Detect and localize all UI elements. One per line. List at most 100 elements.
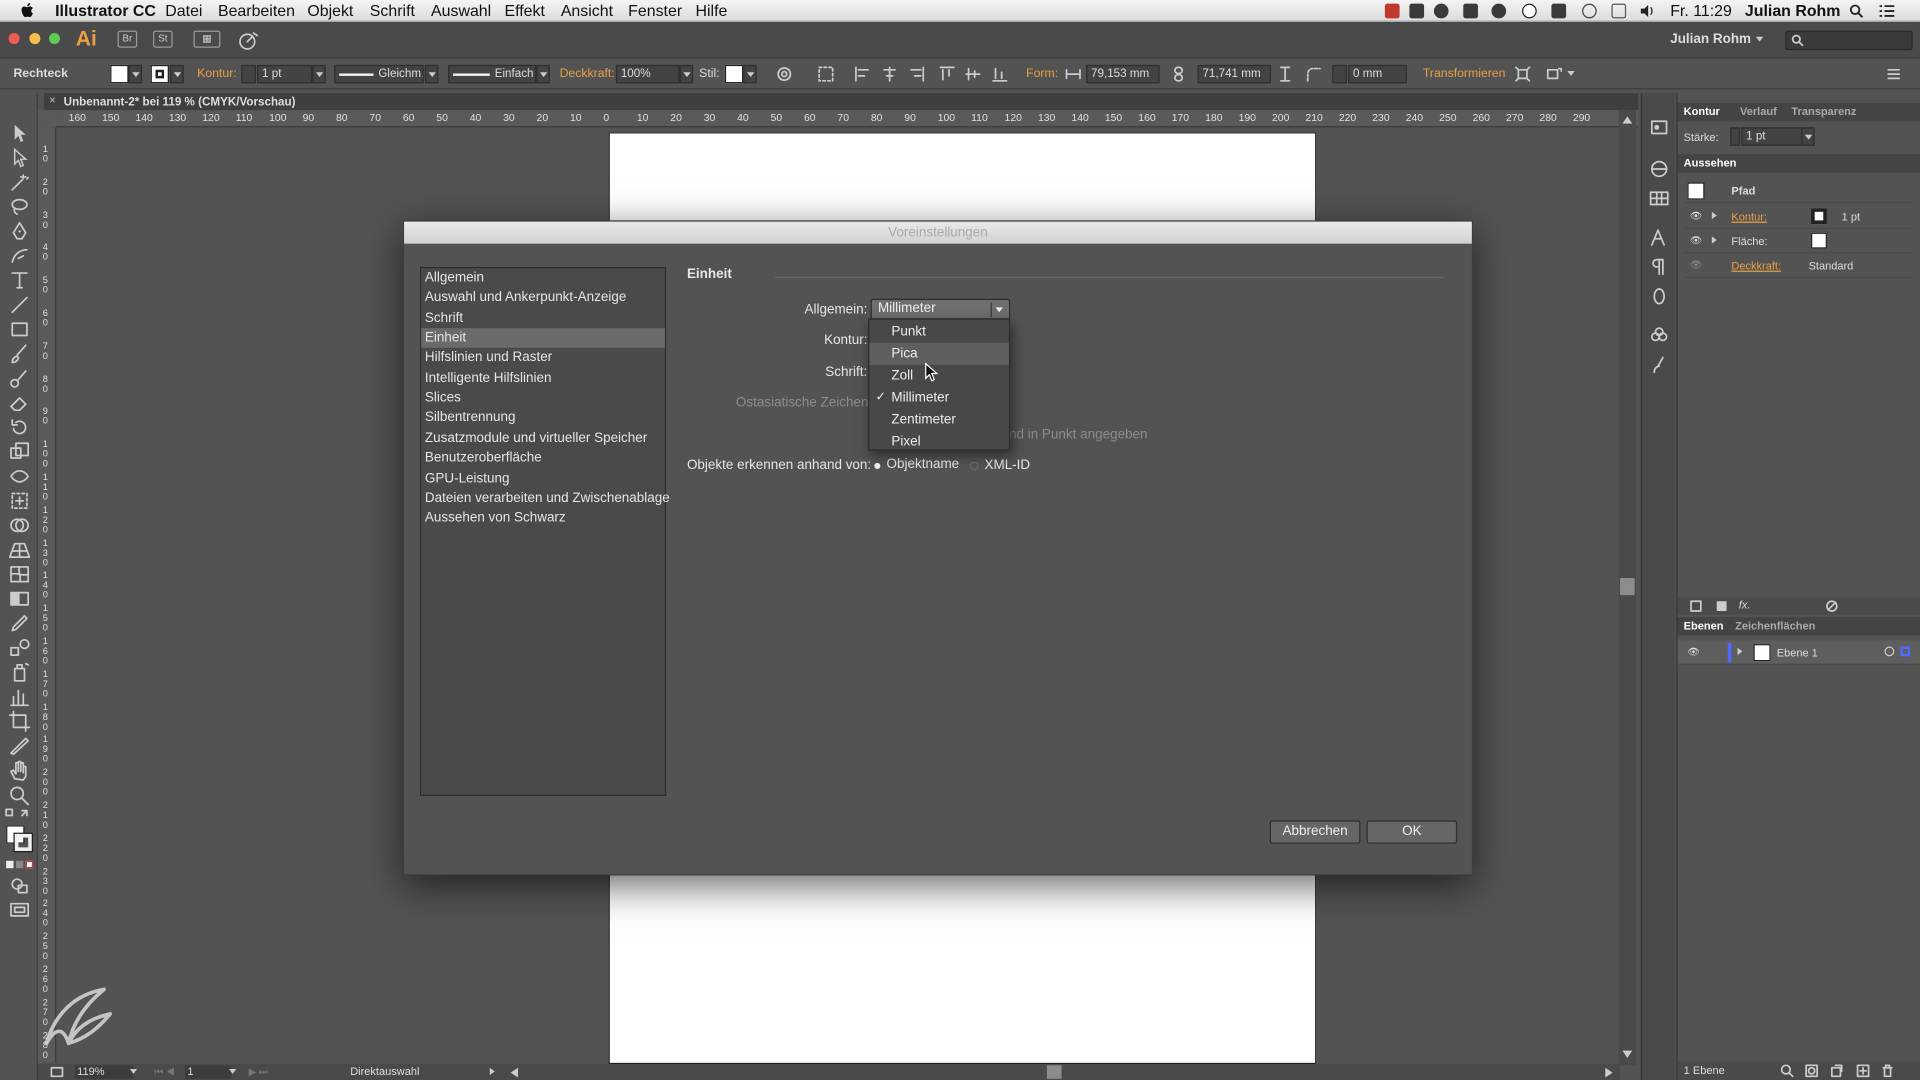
- scroll-down-icon[interactable]: [1622, 1050, 1633, 1058]
- time-machine-icon[interactable]: [1582, 3, 1597, 19]
- horizontal-ruler[interactable]: 160 150 140 130 120 110 100 90 80 70 60 50 40 30 20 10 0…: [56, 110, 1639, 128]
- opacity-link[interactable]: Deckkraft:: [1731, 260, 1781, 272]
- category-item[interactable]: Einheit: [421, 328, 665, 348]
- lasso-tool-icon[interactable]: [7, 196, 31, 218]
- panel-menu-icon[interactable]: [1886, 66, 1902, 82]
- new-sublayer-icon[interactable]: [1829, 1064, 1843, 1078]
- opacity-field[interactable]: 100%: [615, 64, 680, 84]
- category-item[interactable]: Allgemein: [421, 268, 665, 288]
- color-guide-icon[interactable]: [1648, 118, 1670, 138]
- stroke-color-chip[interactable]: [1811, 208, 1827, 225]
- radio-xml-id[interactable]: [969, 461, 979, 471]
- chevron-down-icon[interactable]: [1755, 36, 1764, 42]
- direct-selection-tool-icon[interactable]: [7, 147, 31, 169]
- default-colors-icon[interactable]: [5, 808, 32, 820]
- menu-auswahl[interactable]: Auswahl: [431, 1, 491, 19]
- close-window-button[interactable]: [8, 33, 20, 45]
- symbols-panel-icon[interactable]: [1648, 326, 1670, 346]
- category-item[interactable]: Slices: [421, 388, 665, 408]
- export-status-icon[interactable]: [50, 1066, 64, 1078]
- free-transform-tool-icon[interactable]: [7, 490, 31, 512]
- gradient-tool-icon[interactable]: [7, 588, 31, 610]
- ok-button[interactable]: OK: [1366, 820, 1458, 844]
- scroll-up-icon[interactable]: [1622, 116, 1633, 124]
- new-layer-icon[interactable]: [1856, 1064, 1870, 1078]
- tab-kontur[interactable]: Kontur: [1684, 105, 1720, 117]
- close-document-icon[interactable]: ×: [49, 94, 56, 107]
- category-item[interactable]: Aussehen von Schwarz: [421, 508, 665, 528]
- cancel-button[interactable]: Abbrechen: [1269, 820, 1361, 844]
- graphic-style-swatch[interactable]: [724, 64, 744, 84]
- layer-target-icon[interactable]: [1884, 646, 1895, 657]
- minimize-window-button[interactable]: [29, 33, 41, 45]
- visibility-eye-icon[interactable]: 👁: [1690, 260, 1702, 271]
- ruler-origin[interactable]: [37, 110, 57, 128]
- paintbrush-tool-icon[interactable]: [7, 343, 31, 365]
- drive-tray-icon[interactable]: [1491, 3, 1507, 19]
- type-tool-icon[interactable]: [7, 269, 31, 291]
- radio-objektname-label[interactable]: Objektname: [887, 457, 960, 472]
- clock[interactable]: Fr. 11:29: [1670, 1, 1732, 19]
- menu-hilfe[interactable]: Hilfe: [696, 1, 728, 19]
- rectangle-tool-icon[interactable]: [7, 318, 31, 340]
- menu-datei[interactable]: Datei: [165, 1, 202, 19]
- allgemein-unit-select[interactable]: Millimeter: [870, 298, 1011, 320]
- expand-arrow-icon[interactable]: [1711, 211, 1717, 220]
- layer-visibility-eye-icon[interactable]: 👁: [1687, 647, 1699, 658]
- appearance-fill-row[interactable]: 👁 Fläche:: [1684, 229, 1913, 254]
- layer-row[interactable]: 👁 Ebene 1: [1677, 640, 1920, 665]
- vertical-scrollbar[interactable]: [1618, 110, 1636, 1066]
- checkbox-tray-icon[interactable]: [1551, 3, 1567, 19]
- stroke-color-swatch[interactable]: [13, 832, 34, 853]
- stock-button[interactable]: St: [153, 30, 173, 48]
- info-tray-icon[interactable]: [1522, 3, 1537, 19]
- stroke-weight-dropdown[interactable]: [312, 64, 326, 84]
- profile-dropdown[interactable]: [424, 64, 439, 84]
- rotate-tool-icon[interactable]: [7, 416, 31, 438]
- evernote-tray-icon[interactable]: [1409, 3, 1425, 19]
- make-clipping-mask-icon[interactable]: [1805, 1064, 1818, 1078]
- last-artboard-icon[interactable]: ▶ ⏭: [249, 1067, 268, 1079]
- visibility-eye-icon[interactable]: 👁: [1690, 211, 1702, 222]
- mesh-tool-icon[interactable]: [7, 563, 31, 585]
- bridge-button[interactable]: Br: [117, 30, 138, 48]
- tab-aussehen[interactable]: Aussehen: [1684, 157, 1737, 169]
- user-menu[interactable]: Julian Rohm: [1745, 1, 1841, 19]
- swatches-icon[interactable]: [1648, 189, 1670, 209]
- appearance-opacity-row[interactable]: 👁 Deckkraft: Standard: [1684, 253, 1913, 278]
- align-right-icon[interactable]: [909, 66, 925, 82]
- dialog-title[interactable]: Voreinstellungen: [404, 221, 1472, 244]
- corner-radius-field[interactable]: 0 mm: [1348, 64, 1407, 84]
- starke-dropdown[interactable]: [1801, 127, 1815, 146]
- eyedropper-tool-icon[interactable]: [7, 612, 31, 634]
- help-search-input[interactable]: [1785, 30, 1913, 51]
- radio-xml-id-label[interactable]: XML-ID: [984, 458, 1030, 473]
- align-center-horizontal-icon[interactable]: [882, 66, 898, 82]
- document-title[interactable]: Unbenannt-2* bei 119 % (CMYK/Vorschau): [64, 96, 296, 109]
- category-item[interactable]: GPU-Leistung: [421, 468, 665, 488]
- document-tab[interactable]: × Unbenannt-2* bei 119 % (CMYK/Vorschau): [44, 93, 1639, 111]
- delete-layer-icon[interactable]: [1881, 1064, 1894, 1078]
- status-text[interactable]: Direktauswahl: [350, 1065, 419, 1077]
- unit-option[interactable]: ✓ Millimeter: [869, 387, 1009, 409]
- gpu-performance-icon[interactable]: [238, 31, 260, 51]
- appearance-stroke-row[interactable]: 👁 Kontur: 1 pt: [1684, 204, 1913, 229]
- brushes-panel-icon[interactable]: [1648, 355, 1670, 375]
- notification-center-icon[interactable]: [1878, 4, 1895, 19]
- category-item[interactable]: Zusatzmodule und virtueller Speicher: [421, 428, 665, 448]
- corner-stepper[interactable]: [1332, 64, 1347, 84]
- color-panel-icon[interactable]: [1648, 159, 1670, 179]
- gradient-mode-button[interactable]: [15, 860, 24, 869]
- graphic-style-dropdown[interactable]: [743, 64, 757, 84]
- blend-tool-icon[interactable]: [7, 637, 31, 659]
- symbol-sprayer-tool-icon[interactable]: [7, 661, 31, 683]
- stroke-weight-value[interactable]: 1 pt: [1842, 211, 1860, 223]
- fill-dropdown[interactable]: [128, 64, 143, 84]
- blob-brush-tool-icon[interactable]: [7, 367, 31, 389]
- draw-mode-icon[interactable]: [7, 874, 31, 896]
- artboard-dropdown-icon[interactable]: [228, 1068, 237, 1074]
- layer-name[interactable]: Ebene 1: [1777, 647, 1818, 659]
- scroll-right-icon[interactable]: [1605, 1067, 1613, 1078]
- category-item[interactable]: Schrift: [421, 308, 665, 328]
- kontur-label[interactable]: Kontur:: [197, 67, 236, 80]
